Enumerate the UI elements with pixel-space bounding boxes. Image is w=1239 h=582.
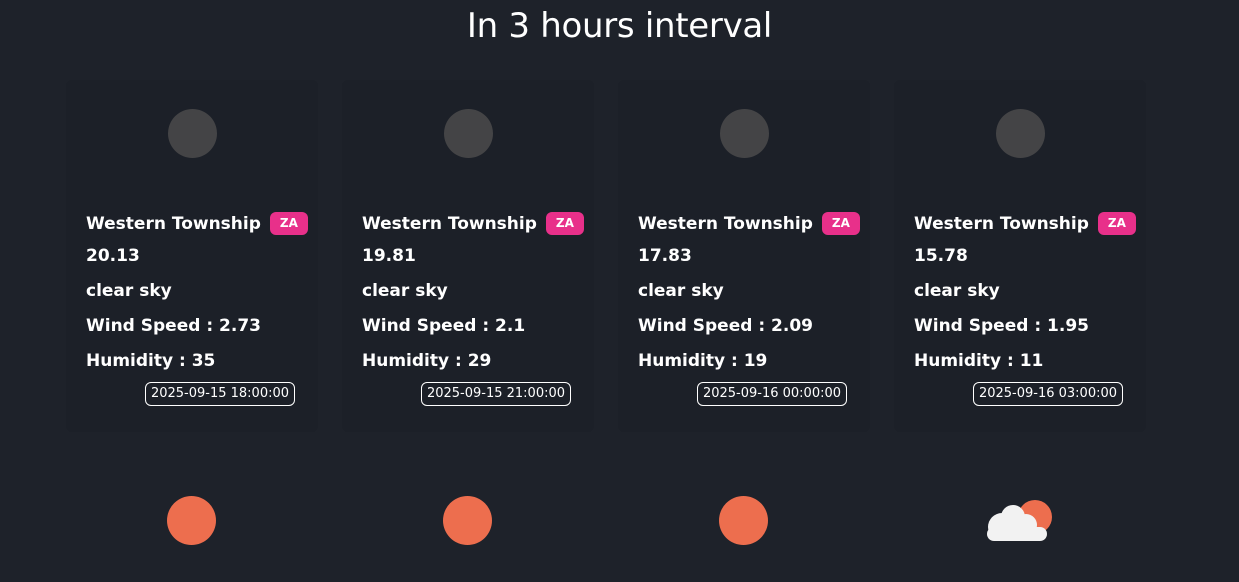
temperature: 19.81 (362, 246, 416, 266)
moon-icon (444, 109, 493, 158)
sun-icon (167, 496, 216, 545)
timestamp-badge: 2025-09-16 03:00:00 (973, 382, 1123, 406)
weather-description: clear sky (638, 281, 724, 301)
timestamp-badge: 2025-09-15 18:00:00 (145, 382, 295, 406)
forecast-page: In 3 hours interval Western Township ZA … (0, 0, 1239, 582)
sun-icon (443, 496, 492, 545)
card-content: Western Township ZA 17.83 clear sky Wind… (638, 206, 868, 381)
humidity: Humidity : 19 (638, 351, 768, 371)
forecast-card: Western Township ZA 15.78 clear sky Wind… (894, 80, 1146, 432)
card-content: Western Township ZA 20.13 clear sky Wind… (86, 206, 316, 381)
weather-description: clear sky (86, 281, 172, 301)
country-badge: ZA (1097, 212, 1136, 235)
weather-description: clear sky (914, 281, 1000, 301)
wind-speed: Wind Speed : 2.73 (86, 316, 261, 336)
country-badge: ZA (821, 212, 860, 235)
city-row: Western Township ZA (86, 206, 316, 241)
humidity: Humidity : 29 (362, 351, 492, 371)
card-content: Western Township ZA 19.81 clear sky Wind… (362, 206, 592, 381)
temperature: 20.13 (86, 246, 140, 266)
country-badge: ZA (269, 212, 308, 235)
timestamp-badge: 2025-09-16 00:00:00 (697, 382, 847, 406)
country-badge: ZA (545, 212, 584, 235)
wind-speed: Wind Speed : 1.95 (914, 316, 1089, 336)
sun-cloud-icon (987, 500, 1052, 541)
sun-icon (719, 496, 768, 545)
humidity: Humidity : 11 (914, 351, 1044, 371)
timestamp-badge: 2025-09-15 21:00:00 (421, 382, 571, 406)
city-row: Western Township ZA (362, 206, 592, 241)
forecast-card: Western Township ZA 20.13 clear sky Wind… (66, 80, 318, 432)
weather-description: clear sky (362, 281, 448, 301)
forecast-card: Western Township ZA 19.81 clear sky Wind… (342, 80, 594, 432)
city-name: Western Township (86, 213, 261, 234)
city-name: Western Township (362, 213, 537, 234)
city-name: Western Township (914, 213, 1089, 234)
temperature: 17.83 (638, 246, 692, 266)
page-title: In 3 hours interval (466, 6, 773, 46)
card-content: Western Township ZA 15.78 clear sky Wind… (914, 206, 1144, 381)
wind-speed: Wind Speed : 2.1 (362, 316, 526, 336)
wind-speed: Wind Speed : 2.09 (638, 316, 813, 336)
temperature: 15.78 (914, 246, 968, 266)
moon-icon (720, 109, 769, 158)
city-row: Western Township ZA (638, 206, 868, 241)
city-row: Western Township ZA (914, 206, 1144, 241)
humidity: Humidity : 35 (86, 351, 216, 371)
city-name: Western Township (638, 213, 813, 234)
moon-icon (168, 109, 217, 158)
moon-icon (996, 109, 1045, 158)
forecast-card: Western Township ZA 17.83 clear sky Wind… (618, 80, 870, 432)
